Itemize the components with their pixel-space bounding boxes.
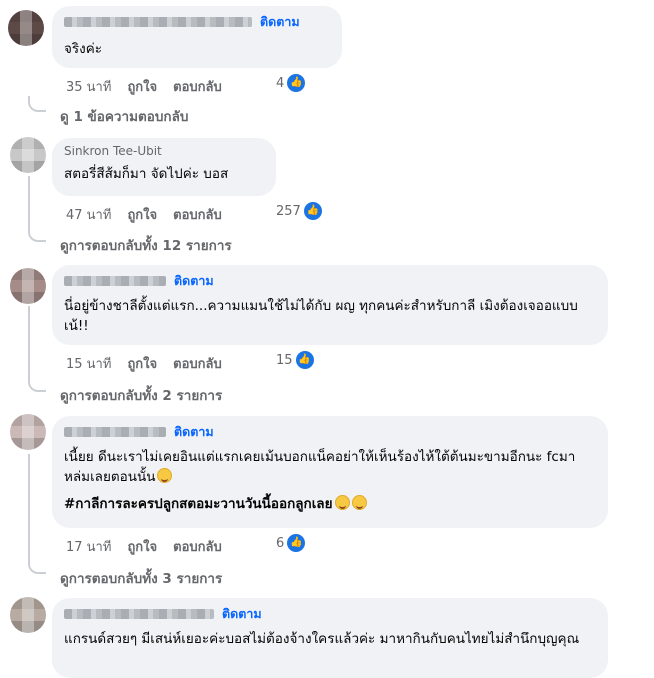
like-button[interactable]: ถูกใจ (127, 76, 157, 97)
avatar[interactable] (8, 10, 44, 46)
laughing-emoji-icon (157, 468, 173, 483)
reply-button[interactable]: ตอบกลับ (173, 204, 222, 225)
author-row: ติดตาม (64, 14, 330, 30)
reaction-number: 257 (276, 203, 301, 219)
author-row: ติดตาม (64, 606, 596, 622)
reaction-count[interactable]: 15 👍 (276, 351, 314, 369)
thumbs-up-icon: 👍 (295, 351, 314, 369)
comment-bubble: ติดตาม แกรนด์สวยๆ มีเสน่ห์เยอะค่ะบอสไม่ต… (52, 598, 608, 678)
follow-button[interactable]: ติดตาม (260, 12, 300, 32)
comment-bubble: Sinkron Tee-Ubit สตอรี่สีส้มก็มา จัดไปค่… (52, 138, 276, 196)
comment-bubble: ติดตาม เนี้ยย ดีนะเราไม่เคยอินแต่แรกเคยเ… (52, 416, 608, 528)
timestamp[interactable]: 47 นาที (66, 204, 111, 225)
thread-connector (28, 96, 46, 112)
comment-text: แกรนด์สวยๆ มีเสน่ห์เยอะค่ะบอสไม่ต้องจ้าง… (64, 631, 580, 647)
follow-button[interactable]: ติดตาม (174, 422, 214, 442)
author-name-blurred[interactable] (64, 609, 214, 619)
avatar[interactable] (10, 597, 46, 633)
comment-actions: 47 นาที ถูกใจ ตอบกลับ (66, 204, 222, 225)
like-button[interactable]: ถูกใจ (127, 536, 157, 557)
comment-text: นี่อยู่ข้างชาลีตั้งแต่แรก...ความแมนใช้ไม… (64, 298, 578, 334)
avatar[interactable] (10, 414, 46, 450)
timestamp[interactable]: 15 นาที (66, 353, 111, 374)
author-row: ติดตาม (64, 424, 596, 440)
comment-text: จริงค่ะ (64, 41, 103, 57)
follow-button[interactable]: ติดตาม (222, 604, 262, 624)
thread-connector (28, 454, 46, 574)
reaction-count[interactable]: 257 👍 (276, 202, 322, 220)
view-replies-link[interactable]: ดูการตอบกลับทั้ง 3 รายการ (60, 567, 222, 589)
reaction-count[interactable]: 4 👍 (276, 74, 306, 92)
author-name-blurred[interactable] (64, 276, 166, 286)
avatar[interactable] (10, 137, 46, 173)
view-replies-link[interactable]: ดู 1 ข้อความตอบกลับ (60, 105, 188, 127)
author-row: ติดตาม (64, 273, 596, 289)
view-replies-link[interactable]: ดูการตอบกลับทั้ง 12 รายการ (60, 234, 232, 256)
timestamp[interactable]: 17 นาที (66, 536, 111, 557)
comment-actions: 17 นาที ถูกใจ ตอบกลับ (66, 536, 222, 557)
timestamp[interactable]: 35 นาที (66, 76, 111, 97)
like-button[interactable]: ถูกใจ (127, 353, 157, 374)
thread-connector (28, 176, 46, 242)
reaction-number: 4 (276, 75, 285, 91)
comment-actions: 35 นาที ถูกใจ ตอบกลับ (66, 76, 222, 97)
thumbs-up-icon: 👍 (287, 534, 306, 552)
comment-text-body: เนี้ยย ดีนะเราไม่เคยอินแต่แรกเคยเม้นบอกแ… (64, 449, 576, 485)
author-name[interactable]: Sinkron Tee-Ubit (64, 146, 264, 160)
reply-button[interactable]: ตอบกลับ (173, 76, 222, 97)
comment-bubble: ติดตาม จริงค่ะ (52, 6, 342, 68)
comment-text: เนี้ยย ดีนะเราไม่เคยอินแต่แรกเคยเม้นบอกแ… (64, 447, 594, 487)
hashtag-line: #กาลีการละครปลูกสตอมะวานวันนี้ออกลูกเลย (64, 494, 596, 514)
view-replies-link[interactable]: ดูการตอบกลับทั้ง 2 รายการ (60, 384, 222, 406)
comment-actions: 15 นาที ถูกใจ ตอบกลับ (66, 353, 222, 374)
author-name-blurred[interactable] (64, 427, 166, 437)
follow-button[interactable]: ติดตาม (174, 271, 214, 291)
comment-text: สตอรี่สีส้มก็มา จัดไปค่ะ บอส (64, 166, 229, 182)
reaction-number: 15 (276, 352, 293, 368)
thumbs-up-icon: 👍 (287, 74, 306, 92)
like-button[interactable]: ถูกใจ (127, 204, 157, 225)
hashtag-link[interactable]: #กาลีการละครปลูกสตอมะวานวันนี้ออกลูกเลย (64, 496, 333, 512)
reaction-number: 6 (276, 535, 285, 551)
reaction-count[interactable]: 6 👍 (276, 534, 306, 552)
reply-button[interactable]: ตอบกลับ (173, 536, 222, 557)
avatar[interactable] (10, 268, 46, 304)
thumbs-up-icon: 👍 (303, 202, 322, 220)
thread-connector (28, 306, 46, 392)
author-name-blurred[interactable] (64, 17, 252, 27)
laughing-emoji-icon (351, 495, 367, 510)
comment-bubble: ติดตาม นี่อยู่ข้างชาลีตั้งแต่แรก...ความแ… (52, 265, 608, 345)
laughing-emoji-icon (334, 495, 350, 510)
reply-button[interactable]: ตอบกลับ (173, 353, 222, 374)
